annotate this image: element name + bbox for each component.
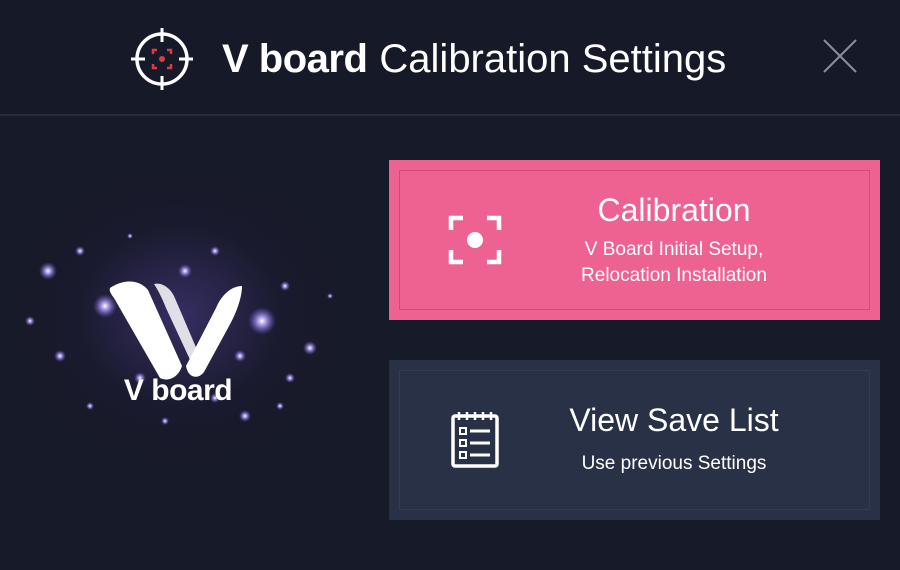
title-text: Calibration Settings xyxy=(379,37,727,81)
calibration-button[interactable]: Calibration V Board Initial Setup, Reloc… xyxy=(389,160,880,320)
title-brand: V board xyxy=(222,37,368,81)
calibration-subtitle-line1: V Board Initial Setup, xyxy=(584,239,764,260)
logo-text: V board xyxy=(123,374,233,407)
logo-panel: V board xyxy=(0,116,380,570)
camera-focus-icon xyxy=(448,215,502,265)
page-title: V board Calibration Settings xyxy=(222,34,726,84)
header-bar: V board Calibration Settings xyxy=(0,0,900,114)
save-list-subtitle: Use previous Settings xyxy=(581,453,767,474)
view-save-list-button[interactable]: View Save List Use previous Settings xyxy=(389,360,880,520)
close-icon[interactable] xyxy=(820,36,860,76)
checklist-icon xyxy=(451,412,499,468)
crosshair-target-icon xyxy=(131,28,193,90)
calibration-subtitle-line2: Relocation Installation xyxy=(581,265,767,286)
save-list-title: View Save List xyxy=(569,402,779,438)
v-board-logo-icon xyxy=(109,281,242,380)
calibration-title: Calibration xyxy=(597,192,751,228)
